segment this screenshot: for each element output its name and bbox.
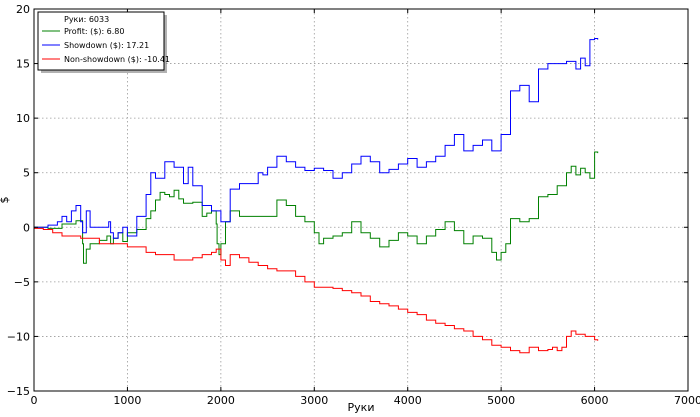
legend-header: Руки: 6033 [64,15,109,24]
chart: 0 1000 2000 3000 4000 5000 6000 7000 −15 −10 −5 0 5 1… [0,0,700,414]
y-tick-label: 15 [16,58,30,71]
legend: Руки: 6033 Profit: ($): 6.80 Showdown ($)… [37,11,170,73]
legend-entry: Showdown ($): 17.21 [64,41,149,50]
y-tick-label: −5 [14,276,30,289]
x-tick-label: 6000 [581,394,609,407]
x-tick-label: 4000 [394,394,422,407]
y-tick-label: 20 [16,3,30,16]
x-tick-label: 7000 [674,394,700,407]
x-tick-label: 0 [31,394,38,407]
chart-svg: 0 1000 2000 3000 4000 5000 6000 7000 −15 −10 −5 0 5 1… [0,0,700,414]
x-tick-label: 3000 [300,394,328,407]
y-tick-label: 5 [23,167,30,180]
legend-entry: Profit: ($): 6.80 [64,27,125,36]
x-axis-label: Руки [348,401,375,413]
x-tick-label: 2000 [207,394,235,407]
y-tick-label: −10 [7,330,30,343]
x-tick-label: 1000 [113,394,141,407]
y-tick-label: 0 [23,221,30,234]
x-tick-label: 5000 [487,394,515,407]
y-tick-label: −15 [7,385,30,398]
legend-entry: Non-showdown ($): -10.41 [64,55,170,64]
y-axis-label: $ [0,197,11,204]
y-tick-label: 10 [16,112,30,125]
